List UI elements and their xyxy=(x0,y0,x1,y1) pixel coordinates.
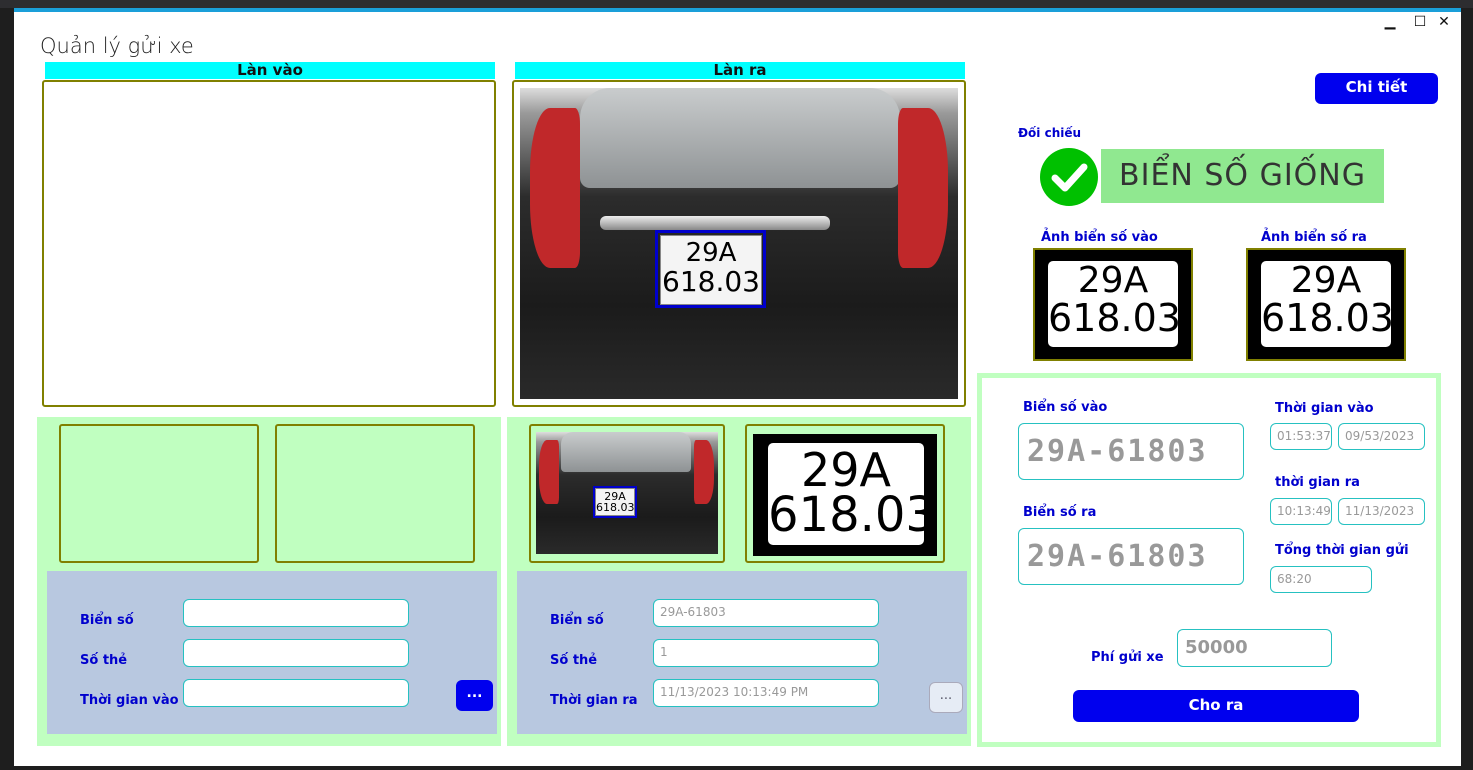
summary-time-out-label: thời gian ra xyxy=(1275,475,1360,490)
maximize-button[interactable]: ☐ xyxy=(1410,14,1430,30)
minimize-button[interactable]: ▁ xyxy=(1380,14,1400,30)
ide-background-right xyxy=(1461,8,1473,770)
lane-out-bottom-panel: 29A 618.03 29A 618.03 Biển số 29A-61803 … xyxy=(507,417,971,746)
summary-time-in-clock[interactable]: 01:53:37 xyxy=(1270,423,1332,450)
lane-in-plate-input[interactable] xyxy=(183,599,409,627)
compare-result-banner: BIỂN SỐ GIỐNG xyxy=(1101,149,1384,203)
summary-panel: Biển số vào 29A-61803 Biển số ra 29A-618… xyxy=(977,373,1441,747)
lane-in-time-input[interactable] xyxy=(183,679,409,707)
plate-in-image-label: Ảnh biển số vào xyxy=(1041,230,1158,245)
lane-in-car-thumbnail xyxy=(59,424,259,563)
lane-out-more-button[interactable]: ... xyxy=(929,682,963,713)
summary-time-out-clock[interactable]: 10:13:49 xyxy=(1270,498,1332,525)
lane-in-form: Biển số Số thẻ Thời gian vào ... xyxy=(47,571,497,734)
lane-in-time-label: Thời gian vào xyxy=(80,693,179,708)
plate-in-image: 29A 618.03 xyxy=(1033,248,1193,361)
plate-out-image-label: Ảnh biển số ra xyxy=(1261,230,1367,245)
summary-plate-in-label: Biển số vào xyxy=(1023,400,1108,415)
summary-total-field[interactable]: 68:20 xyxy=(1270,566,1372,593)
lane-out-form: Biển số 29A-61803 Số thẻ 1 Thời gian ra … xyxy=(517,571,967,734)
lane-in-card-label: Số thẻ xyxy=(80,653,128,668)
plate-detection-box xyxy=(655,230,766,308)
summary-fee-field[interactable]: 50000 xyxy=(1177,629,1332,667)
lane-in-plate-label: Biển số xyxy=(80,613,134,628)
lane-out-car-image: 29A 618.03 xyxy=(520,88,958,399)
lane-out-card-input[interactable]: 1 xyxy=(653,639,879,667)
release-button[interactable]: Cho ra xyxy=(1073,690,1359,722)
lane-out-car-thumbnail: 29A 618.03 xyxy=(529,424,725,563)
ide-background-left xyxy=(0,8,14,770)
compare-label: Đối chiếu xyxy=(1018,126,1082,140)
lane-in-card-input[interactable] xyxy=(183,639,409,667)
lane-out-plate-label: Biển số xyxy=(550,613,604,628)
summary-plate-in-field[interactable]: 29A-61803 xyxy=(1018,423,1244,480)
lane-out-time-input[interactable]: 11/13/2023 10:13:49 PM xyxy=(653,679,879,707)
lane-out-camera-view: 29A 618.03 xyxy=(512,80,966,407)
detail-button[interactable]: Chi tiết xyxy=(1315,73,1438,104)
lane-out-plate-input[interactable]: 29A-61803 xyxy=(653,599,879,627)
lane-out-card-label: Số thẻ xyxy=(550,653,598,668)
summary-plate-out-label: Biển số ra xyxy=(1023,505,1097,520)
lane-in-header: Làn vào xyxy=(45,62,495,79)
ide-background-top xyxy=(0,0,1473,8)
lane-out-plate-thumbnail: 29A 618.03 xyxy=(745,424,945,563)
lane-out-time-label: Thời gian ra xyxy=(550,693,638,708)
summary-total-label: Tổng thời gian gửi xyxy=(1275,543,1409,558)
close-button[interactable]: ✕ xyxy=(1434,14,1454,30)
plate-out-image: 29A 618.03 xyxy=(1246,248,1406,361)
summary-time-in-label: Thời gian vào xyxy=(1275,401,1374,416)
lane-in-plate-thumbnail xyxy=(275,424,475,563)
lane-in-bottom-panel: Biển số Số thẻ Thời gian vào ... xyxy=(37,417,501,746)
summary-fee-label: Phí gửi xe xyxy=(1091,650,1164,665)
summary-plate-out-field[interactable]: 29A-61803 xyxy=(1018,528,1244,585)
parking-window: Quản lý gửi xe ▁ ☐ ✕ Làn vào Biển số Số … xyxy=(14,8,1461,766)
check-icon xyxy=(1040,148,1098,206)
summary-time-out-date[interactable]: 11/13/2023 xyxy=(1338,498,1425,525)
lane-in-more-button[interactable]: ... xyxy=(456,680,493,711)
window-title: Quản lý gửi xe xyxy=(40,34,194,58)
lane-out-header: Làn ra xyxy=(515,62,965,79)
summary-time-in-date[interactable]: 09/53/2023 xyxy=(1338,423,1425,450)
lane-in-camera-view xyxy=(42,80,496,407)
